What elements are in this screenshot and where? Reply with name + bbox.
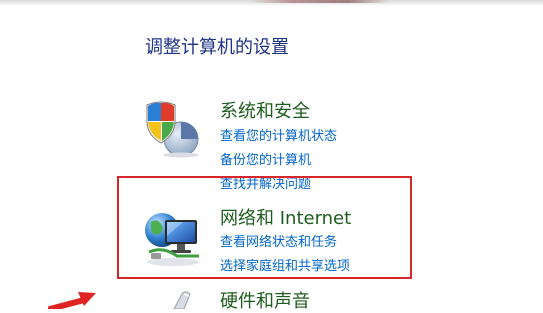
red-arrow-icon: [47, 288, 100, 313]
window-top-accent: [250, 0, 390, 3]
shield-security-icon[interactable]: [143, 97, 203, 159]
link-view-computer-status[interactable]: 查看您的计算机状态: [220, 125, 337, 144]
category-hardware-sound[interactable]: 硬件和声音: [220, 287, 310, 313]
category-system-security[interactable]: 系统和安全: [220, 97, 310, 123]
highlight-box: [117, 176, 412, 279]
hardware-sound-icon[interactable]: [160, 290, 200, 310]
window-top-border: [0, 0, 543, 6]
page-title: 调整计算机的设置: [145, 37, 289, 58]
link-backup-computer[interactable]: 备份您的计算机: [220, 149, 311, 168]
